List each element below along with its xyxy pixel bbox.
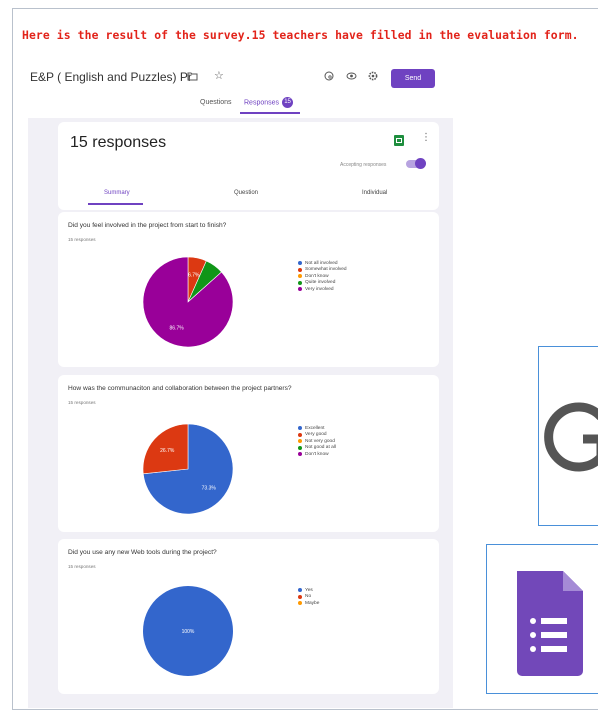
pie-slice-label: 100% (182, 629, 195, 635)
folder-icon[interactable] (187, 71, 198, 83)
legend-label: Not good at all (305, 445, 336, 451)
legend-swatch (298, 594, 302, 599)
sheets-icon[interactable] (394, 135, 404, 146)
pie-chart-1: 6.7% 86.7% (142, 256, 234, 348)
legend-swatch (298, 601, 302, 606)
question-response-count: 15 responses (68, 564, 96, 569)
legend-label: Very involved (305, 286, 334, 292)
pie-slice-label: 26.7% (160, 448, 175, 454)
legend-swatch (298, 439, 302, 444)
legend-label: Not very good (305, 438, 335, 444)
legend-label: Not all involved (305, 260, 338, 266)
legend-swatch (298, 261, 302, 266)
legend-label: Somewhat involved (305, 267, 347, 273)
chart-card-1: Did you feel involved in the project fro… (58, 212, 439, 367)
question-title: Did you feel involved in the project fro… (68, 222, 227, 229)
tab-responses-label: Responses (244, 99, 280, 107)
google-g-logo (544, 402, 598, 472)
legend-swatch (298, 588, 302, 593)
tab-responses[interactable]: Responses 15 (244, 97, 294, 108)
forms-topbar: E&P ( English and Puzzles) Pr ☆ Send Que… (28, 62, 453, 118)
chart-legend-2: Excellent Very good Not very good Not good … (298, 425, 336, 458)
send-button[interactable]: Send (391, 69, 435, 88)
question-response-count: 15 responses (68, 237, 96, 242)
subtab-summary[interactable]: Summary (104, 190, 130, 196)
pie-chart-2: 73.3% 26.7% (142, 423, 234, 515)
chart-card-3: Did you use any new Web tools during the… (58, 539, 439, 694)
legend-label: Don't know (305, 451, 329, 457)
legend-label: Quite involved (305, 280, 336, 286)
legend-label: No (305, 594, 312, 600)
legend-label: Excellent (305, 425, 325, 431)
forms-screenshot: E&P ( English and Puzzles) Pr ☆ Send Que… (28, 62, 453, 708)
legend-label: Yes (305, 587, 313, 593)
accepting-responses-label: Accepting responses (340, 162, 387, 168)
pie-slice-label: 6.7% (188, 273, 200, 279)
google-forms-logo (517, 571, 583, 676)
form-title[interactable]: E&P ( English and Puzzles) Pr (30, 70, 192, 84)
subtab-individual[interactable]: Individual (362, 190, 387, 196)
legend-label: Maybe (305, 600, 320, 606)
legend-swatch (298, 274, 302, 279)
legend-item: Don't know (298, 451, 336, 458)
responses-badge: 15 (282, 97, 294, 108)
google-logo-box (538, 346, 598, 526)
tab-questions[interactable]: Questions (200, 99, 232, 106)
legend-label: Don't know (305, 273, 329, 279)
active-tab-indicator (240, 112, 300, 114)
more-vert-icon[interactable]: ⋮ (421, 132, 431, 143)
palette-icon[interactable] (324, 71, 334, 83)
star-icon[interactable]: ☆ (214, 70, 224, 81)
accepting-responses-toggle[interactable] (406, 158, 426, 169)
pie-slice-label: 73.3% (202, 485, 217, 491)
legend-item: Very involved (298, 286, 347, 293)
legend-swatch (298, 426, 302, 431)
responses-count: 15 responses (70, 134, 167, 151)
responses-summary-card: 15 responses ⋮ Accepting responses Summa… (58, 122, 439, 210)
legend-label: Very good (305, 432, 327, 438)
pie-slice-label: 86.7% (170, 325, 185, 331)
chart-legend-3: Yes No Maybe (298, 587, 319, 607)
legend-swatch (298, 452, 302, 457)
eye-icon[interactable] (346, 71, 357, 83)
forms-logo-box (486, 544, 598, 694)
legend-swatch (298, 287, 302, 292)
legend-swatch (298, 267, 302, 272)
subtab-question[interactable]: Question (234, 190, 258, 196)
question-response-count: 15 responses (68, 400, 96, 405)
question-title: Did you use any new Web tools during the… (68, 549, 217, 556)
legend-swatch (298, 280, 302, 285)
legend-item: Maybe (298, 600, 319, 607)
legend-item: Somewhat involved (298, 267, 347, 274)
survey-caption: Here is the result of the survey.15 teac… (22, 28, 579, 42)
gear-icon[interactable] (368, 71, 378, 83)
question-title: How was the communaciton and collaborati… (68, 385, 292, 392)
legend-swatch (298, 445, 302, 450)
chart-legend-1: Not all involved Somewhat involved Don't k… (298, 260, 347, 293)
pie-chart-3: 100% (143, 586, 233, 676)
legend-swatch (298, 432, 302, 437)
subtab-indicator (88, 203, 143, 205)
chart-card-2: How was the communaciton and collaborati… (58, 375, 439, 532)
